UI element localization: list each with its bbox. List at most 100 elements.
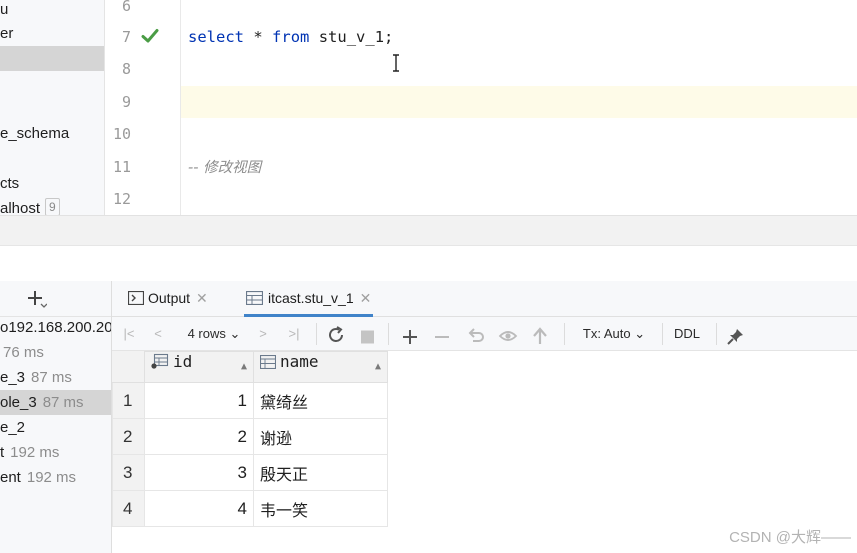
cell-name[interactable]: 黛绮丝: [253, 382, 388, 419]
column-icon: [260, 355, 276, 369]
previous-page-icon[interactable]: <: [150, 323, 166, 345]
tree-item[interactable]: cts: [0, 171, 19, 196]
keyword-from: from: [272, 28, 310, 46]
revert-icon[interactable]: [467, 325, 485, 347]
services-panel: o192.168.200.20 76 ms e_3 87 ms ole_3 87 m…: [0, 281, 112, 553]
cell-id[interactable]: 4: [144, 490, 254, 527]
service-item[interactable]: ent 192 ms: [0, 465, 76, 490]
tab-output[interactable]: Output ✕: [127, 281, 208, 317]
panel-divider[interactable]: [0, 245, 857, 281]
row-number: 1: [112, 382, 145, 419]
line-number: 11: [112, 158, 131, 176]
add-icon[interactable]: [27, 289, 47, 309]
pin-icon[interactable]: [727, 325, 745, 347]
service-duration: 192 ms: [10, 444, 60, 461]
toolbar-separator: [316, 323, 317, 345]
watermark: CSDN @大辉——: [729, 529, 851, 546]
service-duration: 87 ms: [42, 394, 84, 411]
tab-stu-v-1[interactable]: itcast.stu_v_1 ✕: [244, 281, 374, 317]
last-page-icon[interactable]: >|: [284, 323, 304, 345]
corner-cell: [112, 351, 145, 383]
row-count-label: 4 rows: [187, 326, 226, 341]
line-number: 10: [112, 125, 131, 143]
schema-tree: u er e_schema cts alhost 9: [0, 0, 105, 245]
current-line-highlight: [181, 86, 857, 118]
line-number: 7: [121, 28, 131, 46]
executed-check-icon: [141, 29, 159, 43]
text-cursor-icon: [393, 54, 399, 72]
service-item[interactable]: t 192 ms: [0, 440, 59, 465]
services-toolbar: [0, 281, 111, 317]
preview-icon[interactable]: [498, 325, 518, 347]
service-item[interactable]: o192.168.200.20: [0, 315, 111, 340]
delete-row-icon[interactable]: [434, 326, 450, 348]
row-number: 2: [112, 418, 145, 455]
sort-icon[interactable]: ▲: [241, 352, 247, 382]
line-number: 12: [112, 190, 131, 208]
table-row[interactable]: 3 3 殷天正: [112, 454, 388, 491]
service-item[interactable]: 76 ms: [0, 340, 44, 365]
add-row-icon[interactable]: [402, 326, 418, 348]
tree-item[interactable]: u: [0, 0, 8, 22]
editor-status-strip: [0, 215, 857, 245]
count-badge: 9: [45, 198, 60, 216]
collapse-icon[interactable]: [0, 289, 6, 307]
row-count-dropdown[interactable]: 4 rows ⌄: [184, 323, 244, 345]
service-label: ent: [0, 469, 21, 486]
cell-id[interactable]: 3: [144, 454, 254, 491]
service-item[interactable]: e_2: [0, 415, 25, 440]
cell-name[interactable]: 殷天正: [253, 454, 388, 491]
service-duration: 192 ms: [26, 469, 77, 486]
header-row: id ▲ name ▲: [112, 351, 388, 383]
service-label: t: [0, 444, 5, 461]
table-row[interactable]: 4 4 韦一笑: [112, 490, 388, 527]
cell-id[interactable]: 2: [144, 418, 254, 455]
line-number: 9: [121, 93, 131, 111]
service-label: e_3: [0, 369, 26, 386]
cell-id[interactable]: 1: [144, 382, 254, 419]
row-number: 3: [112, 454, 145, 491]
close-icon[interactable]: ✕: [196, 290, 208, 306]
stop-icon[interactable]: [360, 326, 375, 348]
first-page-icon[interactable]: |<: [120, 323, 138, 345]
keyword-select: select: [188, 28, 244, 46]
toolbar-separator: [564, 323, 565, 345]
sql-editor[interactable]: 6 7 8 9 10 11 12 select * from stu_v_1; …: [105, 0, 857, 215]
toolbar-separator: [662, 323, 663, 345]
submit-icon[interactable]: [532, 325, 548, 347]
line-number: 6: [121, 0, 131, 15]
code-line-select: select * from stu_v_1;: [188, 26, 393, 48]
transaction-mode-label: Tx: Auto: [582, 326, 631, 341]
service-item[interactable]: e_3 87 ms: [0, 365, 72, 390]
refresh-icon[interactable]: [326, 324, 346, 346]
results-toolbar: |< < 4 rows ⌄ > >| Tx: Auto ⌄ DDL: [112, 317, 857, 351]
tree-item-selected[interactable]: [0, 46, 104, 71]
column-header-id[interactable]: id ▲: [144, 351, 254, 383]
toolbar-separator: [716, 323, 717, 345]
line-gutter: 6 7 8 9 10 11 12: [105, 0, 181, 215]
cell-name[interactable]: 韦一笑: [253, 490, 388, 527]
service-duration: 87 ms: [31, 369, 72, 386]
key-column-icon: [151, 353, 169, 369]
next-page-icon[interactable]: >: [255, 323, 271, 345]
transaction-mode-dropdown[interactable]: Tx: Auto ⌄: [578, 323, 650, 345]
column-name: id: [173, 352, 193, 371]
console-icon: [127, 290, 145, 306]
cell-name[interactable]: 谢逊: [253, 418, 388, 455]
tree-item[interactable]: er: [0, 21, 13, 46]
tab-label: itcast.stu_v_1: [268, 290, 354, 306]
close-icon[interactable]: ✕: [360, 290, 372, 306]
sort-icon[interactable]: ▲: [375, 352, 381, 382]
service-label: ole_3: [0, 394, 37, 411]
table-row[interactable]: 1 1 黛绮丝: [112, 382, 388, 419]
service-item-selected[interactable]: ole_3 87 ms: [0, 390, 111, 415]
ddl-button[interactable]: DDL: [672, 323, 702, 345]
column-header-name[interactable]: name ▲: [253, 351, 388, 383]
table-row[interactable]: 2 2 谢逊: [112, 418, 388, 455]
results-panel: Output ✕ itcast.stu_v_1 ✕ |< < 4 rows ⌄ > …: [112, 281, 857, 553]
result-table: id ▲ name ▲ 1 1 黛绮丝 2 2 谢逊 3 3 殷天正 4 4 韦…: [112, 351, 388, 527]
table-name-token: stu_v_1;: [318, 28, 394, 46]
result-grid: id ▲ name ▲ 1 1 黛绮丝 2 2 谢逊 3 3 殷天正 4 4 韦…: [112, 351, 388, 527]
line-number: 8: [121, 60, 131, 78]
tree-item[interactable]: e_schema: [0, 121, 69, 146]
